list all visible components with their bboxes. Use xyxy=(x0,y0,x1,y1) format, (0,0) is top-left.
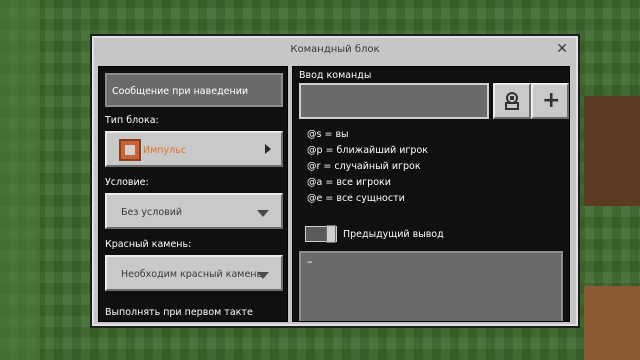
paste-command-icon xyxy=(505,92,519,110)
redstone-value: Необходим красный камень xyxy=(121,269,263,280)
block-type-button[interactable]: Импульс xyxy=(105,131,283,167)
selector-item: @e = все сущности xyxy=(307,193,405,204)
add-button[interactable]: + xyxy=(531,83,569,119)
previous-output-toggle[interactable] xyxy=(305,225,337,243)
toggle-knob xyxy=(326,225,336,243)
chevron-down-icon xyxy=(257,272,269,279)
selector-item: @p = ближайший игрок xyxy=(307,145,428,156)
command-panel: Ввод команды + @s = вы @p = ближайший иг… xyxy=(292,66,570,322)
block-type-value: Импульс xyxy=(143,145,187,156)
close-icon[interactable]: ✕ xyxy=(556,41,568,57)
condition-dropdown[interactable]: Без условий xyxy=(105,193,283,229)
command-input[interactable] xyxy=(299,83,489,119)
selector-item: @a = все игроки xyxy=(307,177,391,188)
command-input-label: Ввод команды xyxy=(299,70,372,81)
first-tick-label: Выполнять при первом такте xyxy=(105,307,253,318)
dirt-patch-left xyxy=(0,0,40,360)
hover-note-field[interactable]: Сообщение при наведении xyxy=(105,73,283,107)
dirt-block-right xyxy=(584,96,640,206)
redstone-dropdown[interactable]: Необходим красный камень xyxy=(105,255,283,291)
previous-output-label: Предыдущий вывод xyxy=(343,229,444,240)
previous-output-box: – xyxy=(299,251,563,321)
title-bar: Командный блок ✕ xyxy=(92,36,578,64)
command-block-icon xyxy=(119,139,141,161)
condition-label: Условие: xyxy=(105,177,149,188)
previous-output-text: – xyxy=(307,255,313,268)
redstone-label: Красный камень: xyxy=(105,239,192,250)
paste-command-button[interactable] xyxy=(493,83,531,119)
selector-help-list: @s = вы @p = ближайший игрок @r = случай… xyxy=(307,129,428,209)
chevron-down-icon xyxy=(257,210,269,217)
add-icon: + xyxy=(542,88,561,113)
selector-item: @r = случайный игрок xyxy=(307,161,421,172)
block-type-label: Тип блока: xyxy=(105,115,159,126)
selector-item: @s = вы xyxy=(307,129,349,140)
command-block-dialog: Командный блок ✕ Сообщение при наведении… xyxy=(90,34,580,328)
condition-value: Без условий xyxy=(121,207,183,218)
chevron-right-icon xyxy=(265,144,271,154)
settings-panel: Сообщение при наведении Тип блока: Импул… xyxy=(98,66,288,322)
wood-block-bottom xyxy=(584,286,640,360)
hover-note-text: Сообщение при наведении xyxy=(112,86,249,97)
window-title: Командный блок xyxy=(290,44,380,55)
